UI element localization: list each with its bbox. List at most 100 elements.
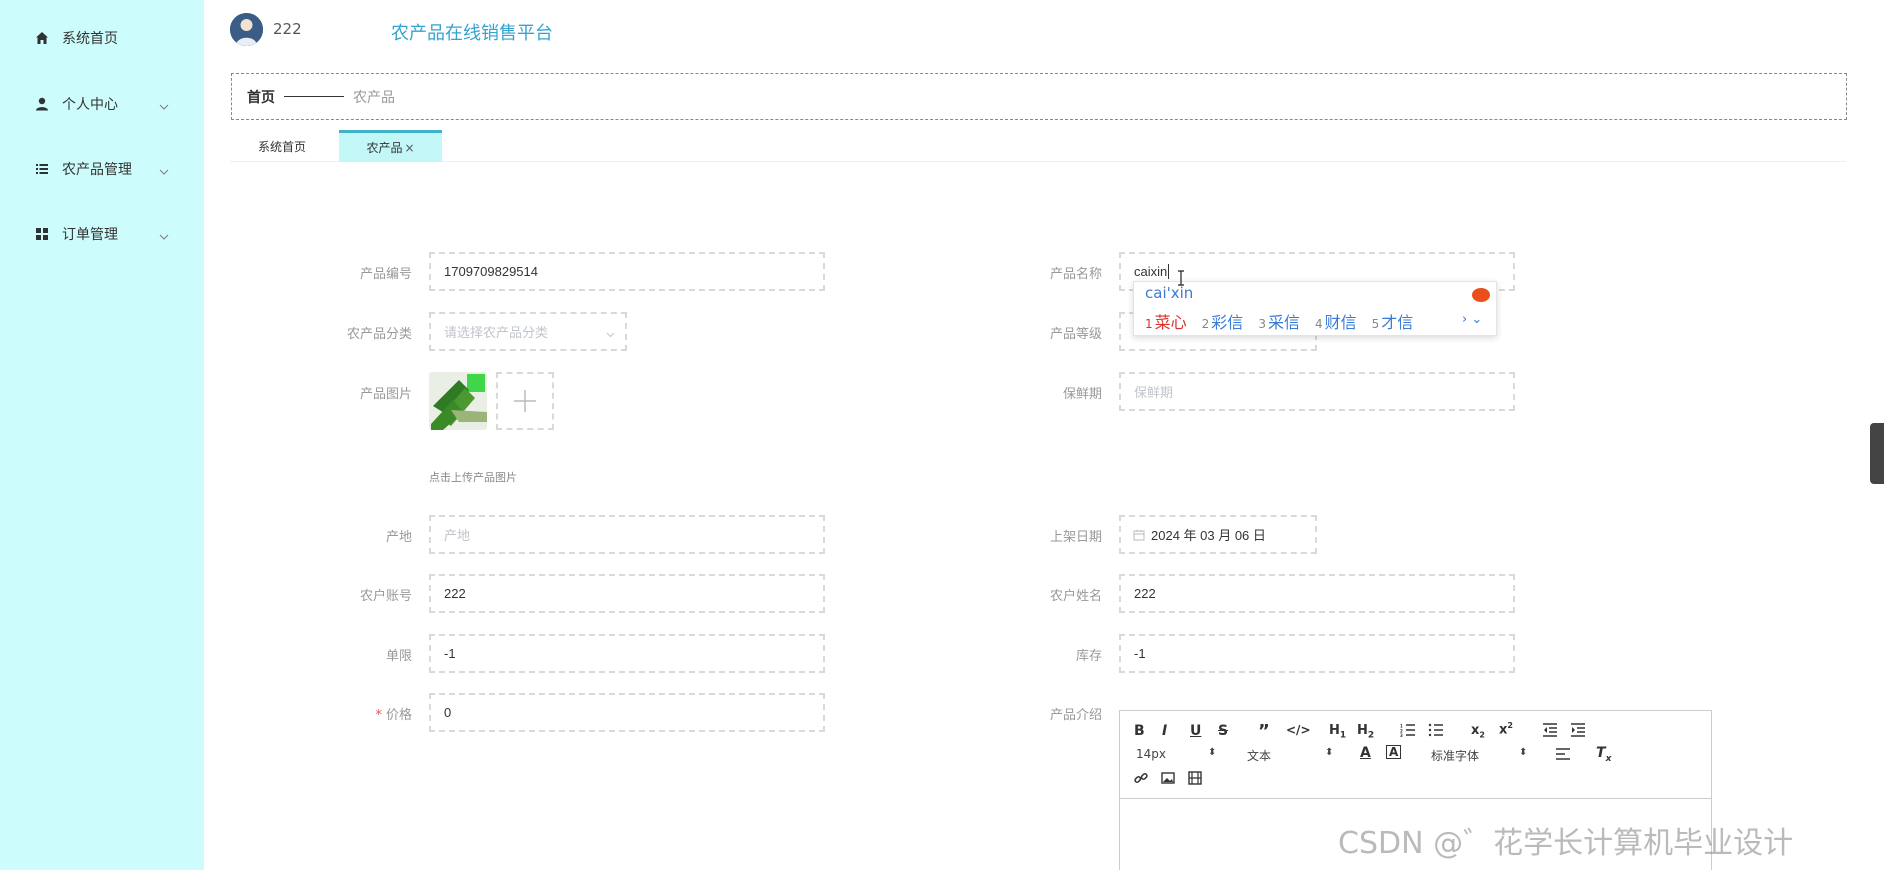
ime-candidate[interactable]: 4 财信 <box>1315 309 1357 333</box>
outdent-icon[interactable] <box>1542 723 1558 741</box>
ordered-list-icon[interactable]: 123 <box>1400 723 1416 741</box>
candidate-text: 财信 <box>1324 313 1357 332</box>
image-icon[interactable] <box>1161 771 1175 789</box>
grade-label: 产品等级 <box>1049 327 1102 342</box>
chevron-down-icon <box>158 98 170 110</box>
candidate-number: 1 <box>1145 317 1153 331</box>
avatar[interactable] <box>230 13 263 46</box>
close-icon[interactable]: × <box>404 141 414 155</box>
underline-button[interactable]: U <box>1190 723 1201 739</box>
product-image-thumbnail[interactable] <box>429 372 487 430</box>
shelf-life-placeholder: 保鲜期 <box>1134 385 1174 400</box>
heading1-button[interactable]: H1 <box>1329 723 1346 741</box>
font-color-button[interactable]: A <box>1360 745 1371 761</box>
italic-button[interactable]: I <box>1162 723 1167 739</box>
text-cursor <box>1168 264 1170 279</box>
font-family-select[interactable]: 标准字体 ⬍ <box>1431 747 1531 764</box>
sidebar-item-product-management[interactable]: 农产品管理 <box>0 149 204 189</box>
required-mark: * <box>375 708 382 723</box>
sort-arrows-icon: ⬍ <box>1325 747 1334 758</box>
heading2-button[interactable]: H2 <box>1357 723 1374 741</box>
superscript-button[interactable]: x2 <box>1499 721 1513 737</box>
clear-format-button[interactable]: Tx <box>1596 745 1611 764</box>
origin-label: 产地 <box>385 530 412 545</box>
sidebar-item-label: 农产品管理 <box>62 162 132 178</box>
font-size-select[interactable]: 14px ⬍ <box>1136 747 1220 761</box>
ime-candidate[interactable]: 1 菜心 <box>1145 309 1187 333</box>
tab-home[interactable]: 系统首页 <box>230 130 334 162</box>
ime-composition: cai'xin <box>1145 284 1194 302</box>
tab-label: 系统首页 <box>257 139 306 154</box>
subscript-button[interactable]: x2 <box>1471 723 1485 740</box>
breadcrumb: 首页 农产品 <box>231 73 1847 120</box>
breadcrumb-current: 农产品 <box>353 89 395 106</box>
sidebar-item-label: 系统首页 <box>62 31 118 47</box>
ibeam-cursor-icon <box>1177 270 1185 290</box>
candidate-text: 彩信 <box>1211 313 1244 332</box>
sidebar-item-personal-center[interactable]: 个人中心 <box>0 84 204 124</box>
side-drawer-handle[interactable] <box>1870 423 1884 484</box>
origin-input[interactable]: 产地 <box>429 515 825 554</box>
sidebar-item-home[interactable]: 系统首页 <box>0 18 204 58</box>
limit-label: 单限 <box>385 649 412 664</box>
price-label-text: 价格 <box>385 708 412 723</box>
ime-candidate-list: 1 菜心 2 彩信 3 采信 4 财信 5 才信 <box>1145 309 1428 333</box>
block-format-select[interactable]: 文本 ⬍ <box>1247 747 1334 764</box>
indent-icon[interactable] <box>1570 723 1586 741</box>
image-upload-button[interactable] <box>496 372 554 430</box>
ime-candidate[interactable]: 5 才信 <box>1372 309 1414 333</box>
bullet-list-icon[interactable] <box>1428 723 1444 741</box>
candidate-number: 5 <box>1371 317 1380 331</box>
platform-title: 农产品在线销售平台 <box>391 23 553 44</box>
price-input[interactable]: 0 <box>429 693 825 732</box>
tab-label: 农产品 <box>366 141 403 155</box>
stock-input[interactable]: -1 <box>1119 634 1515 673</box>
farmer-name-input[interactable]: 222 <box>1119 574 1515 613</box>
font-family-value: 标准字体 <box>1431 749 1480 763</box>
category-select[interactable]: 请选择农产品分类 <box>429 312 627 351</box>
blockquote-button[interactable]: ” <box>1258 721 1270 742</box>
price-value: 0 <box>444 705 452 720</box>
limit-value: -1 <box>444 646 456 661</box>
product-code-input[interactable]: 1709709829514 <box>429 252 825 291</box>
sidebar-item-label: 订单管理 <box>62 227 118 243</box>
code-block-button[interactable]: </> <box>1286 723 1311 737</box>
candidate-number: 3 <box>1258 317 1266 331</box>
limit-input[interactable]: -1 <box>429 634 825 673</box>
sidebar-item-order-management[interactable]: 订单管理 <box>0 214 204 254</box>
ime-logo-icon <box>1472 288 1490 302</box>
svg-text:3: 3 <box>1400 733 1403 737</box>
farmer-account-input[interactable]: 222 <box>429 574 825 613</box>
shelf-life-input[interactable]: 保鲜期 <box>1119 372 1515 411</box>
shelf-life-label: 保鲜期 <box>1062 387 1102 402</box>
user-icon <box>34 96 50 112</box>
breadcrumb-separator <box>284 96 344 97</box>
origin-placeholder: 产地 <box>444 528 471 543</box>
chevron-down-icon <box>606 327 615 338</box>
farmer-name-value: 222 <box>1134 586 1156 601</box>
editor-toolbar: B I U S ” </> H1 H2 123 x2 x2 14px ⬍ 文本 ⬍ <box>1120 711 1711 799</box>
stock-label: 库存 <box>1075 649 1102 664</box>
strike-button[interactable]: S <box>1218 723 1228 739</box>
stock-value: -1 <box>1134 646 1146 661</box>
background-color-button[interactable]: A <box>1386 745 1402 759</box>
breadcrumb-home[interactable]: 首页 <box>247 87 275 107</box>
link-icon[interactable] <box>1134 771 1148 789</box>
ime-next-page-button[interactable]: › ⌄ <box>1462 312 1482 327</box>
candidate-text: 才信 <box>1381 313 1414 332</box>
price-label: * 价格 <box>322 704 412 723</box>
product-image-label: 产品图片 <box>359 387 412 402</box>
ime-candidate[interactable]: 3 采信 <box>1258 309 1300 333</box>
video-icon[interactable] <box>1188 771 1202 789</box>
block-format-value: 文本 <box>1247 749 1272 763</box>
align-icon[interactable] <box>1555 747 1571 765</box>
tab-product[interactable]: 农产品 × <box>339 130 442 162</box>
ime-candidate[interactable]: 2 彩信 <box>1202 309 1244 333</box>
listing-date-picker[interactable]: 2024 年 03 月 06 日 <box>1119 515 1317 554</box>
calendar-icon <box>1133 529 1145 541</box>
chevron-down-icon <box>158 163 170 175</box>
sidebar: 系统首页 个人中心 农产品管理 订单管理 <box>0 0 204 870</box>
candidate-text: 采信 <box>1267 313 1300 332</box>
bold-button[interactable]: B <box>1134 723 1145 739</box>
product-name-value: caixin <box>1134 264 1168 279</box>
